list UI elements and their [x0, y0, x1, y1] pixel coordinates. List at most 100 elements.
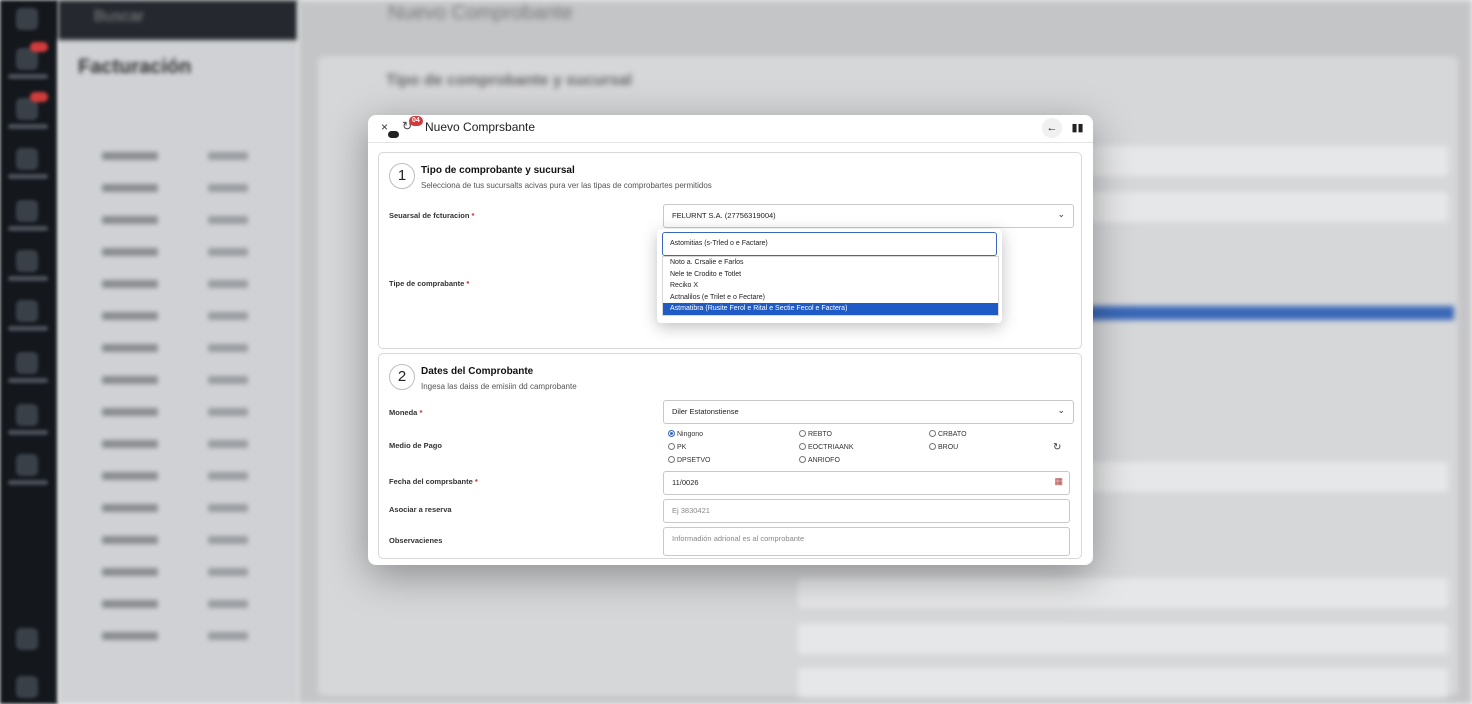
voucher-type-search-value: Astomitias (s-Trled o e Factare): [670, 240, 768, 247]
date-label-text: Fecha del comprsbante: [389, 477, 473, 486]
sidebar-icon[interactable]: [16, 200, 38, 222]
background-field: [798, 624, 1448, 654]
step-number: 2: [389, 364, 415, 390]
payment-radio-option[interactable]: Ningono: [668, 430, 703, 438]
payment-radio-option[interactable]: EOCTRIAANK: [799, 443, 854, 451]
background-title: Nuevo Comprobante: [388, 2, 573, 24]
sidebar-badge: [30, 92, 48, 102]
voucher-type-options: Noto a. Crsalie e Farlos Nele te Crodito…: [662, 256, 999, 316]
background-field: [798, 578, 1448, 608]
list-row[interactable]: [102, 184, 158, 192]
list-row[interactable]: [102, 568, 158, 576]
sidebar-caption: [8, 326, 48, 331]
payment-radio-option[interactable]: REBTO: [799, 430, 832, 438]
payment-radio-option[interactable]: BROU: [929, 443, 958, 451]
search-placeholder: Buscar: [94, 8, 144, 25]
observations-placeholder: Informadión adrional es al comprobante: [672, 534, 805, 543]
app-logo-icon: [16, 8, 38, 30]
app-sidebar: [0, 0, 58, 704]
list-row-value: [208, 600, 248, 608]
sidebar-icon[interactable]: [16, 404, 38, 426]
list-row[interactable]: [102, 216, 158, 224]
payment-radio-label: Ningono: [677, 431, 704, 438]
list-row[interactable]: [102, 152, 158, 160]
sidebar-icon[interactable]: [16, 628, 38, 650]
sidebar-icon[interactable]: [16, 148, 38, 170]
list-row[interactable]: [102, 440, 158, 448]
close-icon[interactable]: ×: [381, 120, 388, 134]
reload-icon[interactable]: ↻: [1053, 442, 1061, 453]
date-input[interactable]: 11/0026 ▦: [663, 471, 1070, 495]
payment-radio-option[interactable]: DPSETVO: [668, 456, 710, 464]
voucher-type-search-input[interactable]: Astomitias (s-Trled o e Factare): [662, 232, 997, 256]
observations-textarea[interactable]: Informadión adrional es al comprobante: [663, 527, 1070, 556]
branch-label: Seuarsal de fcturacion *: [389, 211, 474, 220]
notification-count-badge: 04: [409, 116, 423, 126]
observations-label: Observacienes: [389, 536, 443, 545]
list-row[interactable]: [102, 408, 158, 416]
status-badge: [388, 131, 399, 138]
list-row-value: [208, 280, 248, 288]
sidebar-caption: [8, 378, 48, 383]
list-row[interactable]: [102, 472, 158, 480]
background-step-title: Tipo de comprobante y sucursal: [386, 72, 632, 89]
radio-dot-icon: [799, 456, 806, 463]
list-row-value: [208, 440, 248, 448]
sidebar-caption: [8, 226, 48, 231]
radio-dot-icon: [799, 430, 806, 437]
reservation-placeholder: Ej 3830421: [672, 506, 710, 515]
sidebar-icon[interactable]: [16, 352, 38, 374]
list-row[interactable]: [102, 344, 158, 352]
payment-radio-option[interactable]: CRBATO: [929, 430, 967, 438]
book-icon[interactable]: ▮▮: [1069, 118, 1086, 138]
list-row[interactable]: [102, 312, 158, 320]
back-arrow-icon[interactable]: ←: [1042, 118, 1062, 138]
payment-radio-label: EOCTRIAANK: [808, 444, 854, 451]
list-row[interactable]: [102, 600, 158, 608]
list-row[interactable]: [102, 248, 158, 256]
payment-radio-option[interactable]: ANRIOFO: [799, 456, 840, 464]
dropdown-option[interactable]: Reciko X: [663, 280, 998, 292]
sidebar-icon[interactable]: [16, 676, 38, 698]
new-voucher-modal: × ↻ 04 Nuevo Comprsbante ← ▮▮ 1 Tipo de …: [368, 115, 1093, 565]
dropdown-option[interactable]: Nele te Crodito e Totlet: [663, 269, 998, 281]
search-bar[interactable]: Buscar: [58, 0, 298, 40]
list-row-value: [208, 184, 248, 192]
list-row-value: [208, 312, 248, 320]
payment-radio-label: DPSETVO: [677, 457, 711, 464]
background-field: [798, 668, 1448, 698]
list-row[interactable]: [102, 504, 158, 512]
payment-radio-option[interactable]: PK: [668, 443, 686, 451]
sidebar-caption: [8, 430, 48, 435]
list-row[interactable]: [102, 536, 158, 544]
currency-select[interactable]: Diler Estatonstiense ⌄: [663, 400, 1074, 424]
dropdown-option-selected[interactable]: Astmatibra (Rusite Ferol e Rital e Secti…: [663, 303, 998, 315]
voucher-type-label: Tipe de comprabante *: [389, 279, 469, 288]
radio-dot-icon: [668, 456, 675, 463]
branch-select[interactable]: FELURNT S.A. (27756319004) ⌄: [663, 204, 1074, 228]
reservation-input[interactable]: Ej 3830421: [663, 499, 1070, 523]
dropdown-option[interactable]: Noto a. Crsalie e Farlos: [663, 257, 998, 269]
currency-label-text: Moneda: [389, 408, 418, 417]
step-number: 1: [389, 163, 415, 189]
section-subtitle: Ingesa las daiss de emisiin dd camproban…: [421, 382, 577, 391]
section-voucher-data: 2 Dates del Comprobante Ingesa las daiss…: [378, 353, 1082, 559]
dropdown-option[interactable]: Actnalilos (e Trilet e o Fectare): [663, 292, 998, 304]
chevron-down-icon: ⌄: [1057, 209, 1065, 219]
section-title: Dates del Comprobante: [421, 366, 534, 377]
sidebar-icon[interactable]: [16, 454, 38, 476]
sidebar-icon[interactable]: [16, 250, 38, 272]
list-row-value: [208, 632, 248, 640]
date-input-value: 11/0026: [672, 478, 699, 487]
list-row[interactable]: [102, 376, 158, 384]
list-row[interactable]: [102, 632, 158, 640]
date-label: Fecha del comprsbante *: [389, 477, 478, 486]
list-title: Facturación: [78, 56, 192, 78]
list-row-value: [208, 472, 248, 480]
voucher-type-label-text: Tipe de comprabante: [389, 279, 465, 288]
list-row[interactable]: [102, 280, 158, 288]
sidebar-icon[interactable]: [16, 300, 38, 322]
list-row-value: [208, 536, 248, 544]
required-mark: *: [471, 211, 475, 220]
calendar-icon[interactable]: ▦: [1054, 476, 1063, 487]
